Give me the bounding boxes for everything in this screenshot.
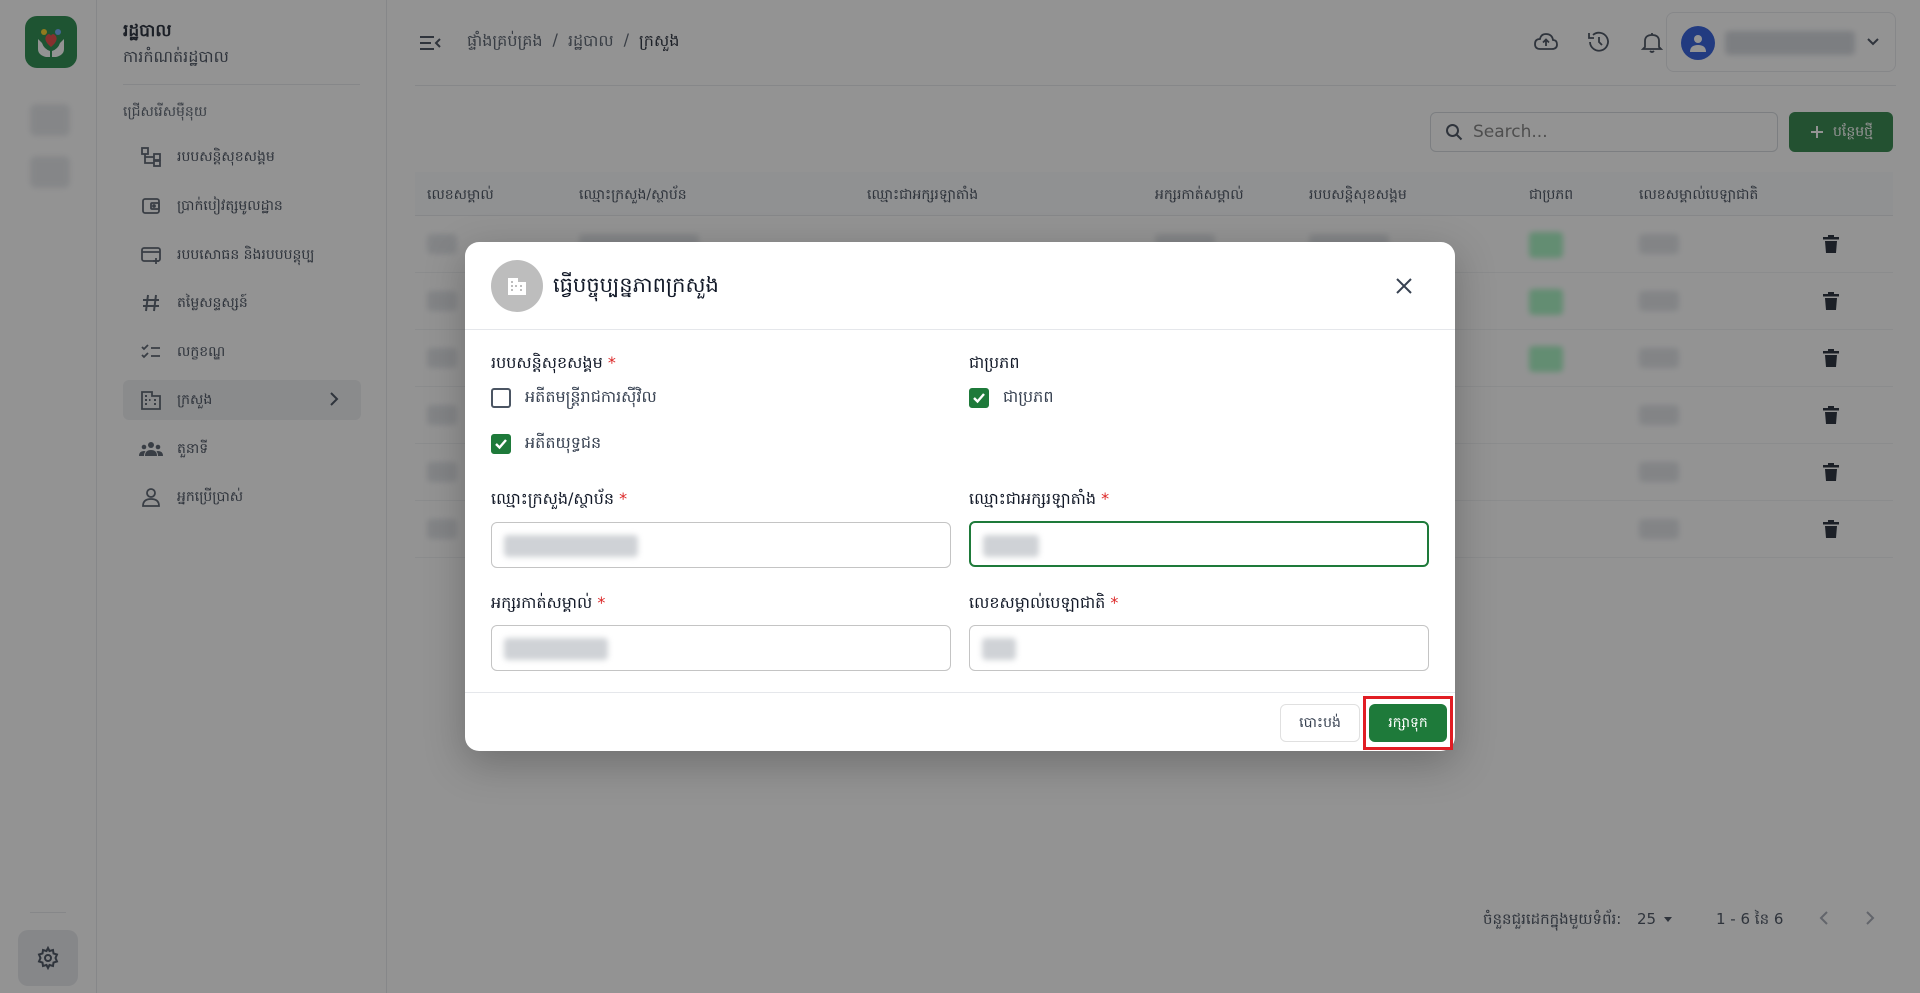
dialog-title: ធ្វើបច្ចុប្បន្នភាពក្រសួង — [553, 273, 719, 297]
building-icon — [508, 278, 526, 295]
latin-name-label: ឈ្មោះជាអក្សរឡាតាំង * — [969, 488, 1109, 512]
abbreviation-field[interactable] — [491, 625, 951, 671]
required-mark: * — [619, 489, 628, 508]
required-mark: * — [1101, 489, 1110, 508]
required-mark: * — [607, 353, 616, 372]
check-icon — [973, 393, 985, 404]
abbreviation-input[interactable] — [492, 626, 950, 670]
option-is-source[interactable]: ជាប្រភព — [969, 386, 1053, 410]
checkbox-unchecked[interactable] — [491, 388, 511, 408]
social-security-label: របបសន្តិសុខសង្គម * — [491, 352, 616, 376]
latin-name-input[interactable] — [971, 523, 1427, 565]
save-button[interactable]: រក្សាទុក — [1369, 704, 1447, 742]
check-icon — [495, 439, 507, 450]
checkbox-checked[interactable] — [969, 388, 989, 408]
option-former-civil-servant[interactable]: អតីតមន្ត្រីរាជការស៊ីវិល — [491, 386, 657, 410]
close-icon — [1396, 278, 1412, 294]
required-mark: * — [1110, 593, 1119, 612]
update-ministry-dialog: ធ្វើបច្ចុប្បន្នភាពក្រសួង របបសន្តិសុខសង្គ… — [465, 242, 1455, 751]
social-security-label-text: របបសន្តិសុខសង្គម — [491, 353, 603, 372]
option-label: ជាប្រភព — [1003, 387, 1054, 406]
latin-name-field[interactable] — [969, 521, 1429, 567]
required-mark: * — [597, 593, 606, 612]
option-veteran[interactable]: អតីតយុទ្ធជន — [491, 432, 601, 456]
nssf-id-label: លេខសម្គាល់បេឡាជាតិ * — [969, 592, 1118, 616]
source-label: ជាប្រភព — [969, 353, 1020, 372]
nssf-id-label-text: លេខសម្គាល់បេឡាជាតិ — [969, 593, 1106, 612]
close-button[interactable] — [1393, 275, 1415, 297]
ministry-name-label: ឈ្មោះក្រសួង/ស្ថាប័ន * — [491, 488, 627, 512]
ministry-name-label-text: ឈ្មោះក្រសួង/ស្ថាប័ន — [491, 489, 615, 508]
option-label: អតីតយុទ្ធជន — [525, 433, 602, 452]
nssf-id-field[interactable] — [969, 625, 1429, 671]
option-label: អតីតមន្ត្រីរាជការស៊ីវិល — [525, 387, 657, 406]
building-badge — [491, 260, 543, 312]
ministry-name-field[interactable] — [491, 522, 951, 568]
checkbox-checked[interactable] — [491, 434, 511, 454]
latin-name-label-text: ឈ្មោះជាអក្សរឡាតាំង — [969, 489, 1097, 508]
cancel-button[interactable]: បោះបង់ — [1280, 704, 1360, 742]
ministry-name-input[interactable] — [492, 523, 950, 567]
abbreviation-label: អក្សរកាត់សម្គាល់ * — [491, 592, 605, 616]
abbreviation-label-text: អក្សរកាត់សម្គាល់ — [491, 593, 593, 612]
nssf-id-input[interactable] — [970, 626, 1428, 670]
dialog-header: ធ្វើបច្ចុប្បន្នភាពក្រសួង — [465, 242, 1455, 330]
